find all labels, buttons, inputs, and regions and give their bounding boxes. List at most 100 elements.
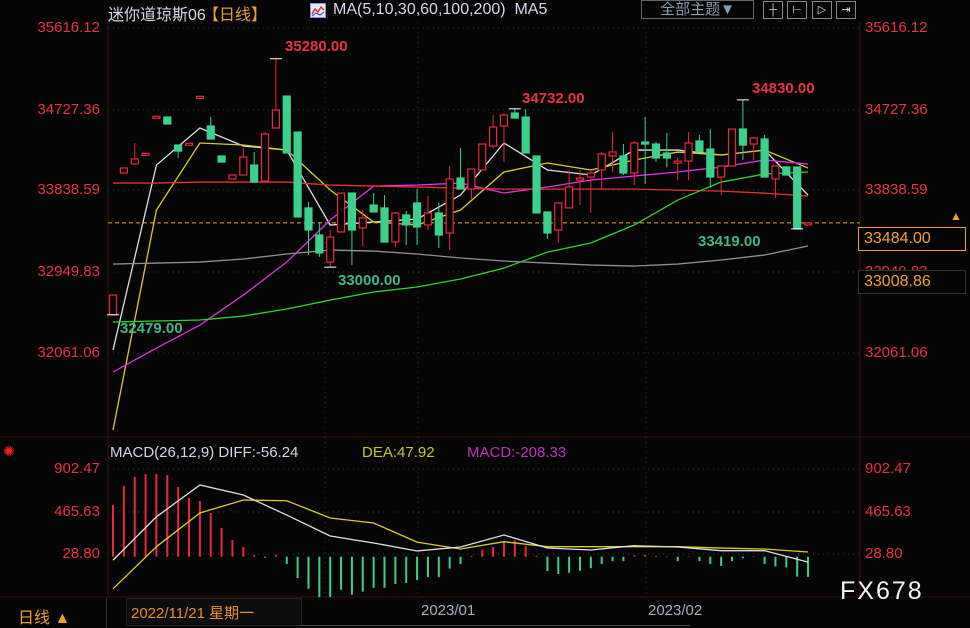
candle-body	[499, 114, 509, 127]
candle-body	[673, 160, 682, 164]
current-price-box: 33484.00	[858, 227, 966, 251]
candle-body	[684, 142, 693, 162]
candle-body	[141, 152, 150, 156]
candle-body	[586, 172, 595, 178]
candle-body	[749, 137, 758, 145]
candle	[195, 95, 204, 99]
candle-body	[293, 131, 302, 218]
horizontal-scrollbar[interactable]	[300, 625, 690, 626]
macd-tick-right: 902.47	[865, 460, 911, 477]
period-label[interactable]: 【日线】	[203, 1, 267, 25]
candle-body	[662, 152, 671, 159]
candle-body	[543, 211, 552, 234]
candle	[293, 131, 302, 218]
dea-line	[112, 499, 809, 590]
period-toggle-button[interactable]: 日线 ▲	[18, 604, 70, 628]
candle	[532, 155, 541, 214]
candle	[119, 167, 128, 174]
time-label: 2023/01	[421, 602, 476, 619]
candle-body	[130, 158, 139, 165]
candle-body	[467, 168, 476, 190]
candle-body	[315, 234, 324, 254]
macd-tick-right: 465.63	[865, 503, 911, 520]
theme-select-button[interactable]: 全部主题▼	[641, 0, 754, 19]
candle	[206, 117, 215, 140]
candle-body	[347, 192, 357, 231]
candle	[651, 142, 661, 163]
candle	[163, 116, 172, 125]
candle	[336, 192, 346, 233]
scroll-up-arrow-icon[interactable]: ▲	[950, 209, 962, 223]
ma-line-ma30	[112, 159, 809, 373]
macd-tick-left: 28.80	[62, 545, 100, 562]
candle	[782, 165, 791, 176]
price-tick-right: 32061.06	[865, 344, 928, 361]
candle	[412, 188, 422, 246]
candle-body	[706, 148, 715, 178]
candle	[565, 169, 574, 209]
candle	[326, 229, 335, 268]
price-tick-left: 35616.12	[37, 19, 100, 36]
candle	[260, 132, 270, 182]
secondary-price-box: 33008.86	[858, 270, 966, 294]
candle-body	[271, 109, 280, 129]
cursor-date: 2022/11/21 星期一	[131, 605, 255, 622]
candle	[793, 166, 802, 230]
candle-body	[326, 236, 335, 263]
macd-diff: DIFF:-56.24	[218, 444, 299, 461]
candle	[684, 132, 693, 181]
play-range-icon[interactable]: ▷	[812, 1, 832, 19]
candle	[141, 152, 150, 156]
macd-legend: MACD(26,12,9) DIFF:-56.24	[110, 444, 298, 461]
candle	[489, 115, 498, 149]
candle	[467, 168, 476, 200]
candle	[760, 135, 769, 178]
candle	[727, 128, 737, 167]
candle-body	[119, 167, 128, 174]
candle-body	[717, 165, 726, 178]
candle-body	[184, 142, 194, 146]
indicator-chart-icon[interactable]	[310, 3, 326, 18]
candle	[271, 58, 280, 129]
candle-body	[695, 140, 704, 153]
candle-body	[554, 202, 563, 231]
candle-body	[510, 112, 519, 119]
candle-body	[174, 144, 183, 152]
high-annotation: 34732.00	[522, 90, 585, 107]
candle-body	[793, 166, 802, 230]
chart-canvas[interactable]	[0, 0, 970, 628]
crosshair-icon[interactable]: ┼	[763, 1, 783, 19]
candle	[228, 174, 237, 180]
candle	[250, 151, 259, 183]
price-tick-left: 32061.06	[37, 344, 100, 361]
candle	[108, 294, 118, 316]
candle-body	[532, 155, 541, 214]
candle	[445, 165, 454, 250]
divider	[106, 598, 107, 628]
indicator-settings-icon[interactable]: ✺	[3, 443, 15, 460]
candle	[673, 157, 682, 181]
zoom-range-icon[interactable]: ⊢	[787, 1, 807, 19]
candle	[510, 108, 519, 119]
candle	[380, 195, 389, 243]
candle-body	[434, 212, 443, 236]
candle-body	[336, 192, 346, 233]
candle-body	[521, 116, 530, 154]
ma-active: MA5	[514, 1, 548, 18]
candle	[304, 201, 313, 256]
candle-body	[380, 207, 389, 243]
diff-line	[112, 484, 809, 563]
candle	[499, 113, 509, 163]
macd-tick-left: 465.63	[54, 503, 100, 520]
candle	[478, 143, 487, 171]
macd-tick-left: 902.47	[54, 460, 100, 477]
candle	[391, 211, 400, 248]
candle-body	[489, 126, 498, 147]
candle	[803, 222, 813, 226]
shift-right-icon[interactable]: ⇥	[836, 1, 856, 19]
candle-body	[282, 95, 291, 154]
candle-body	[771, 165, 780, 180]
candle	[706, 129, 715, 188]
candle-body	[228, 174, 237, 180]
candle	[402, 210, 411, 246]
